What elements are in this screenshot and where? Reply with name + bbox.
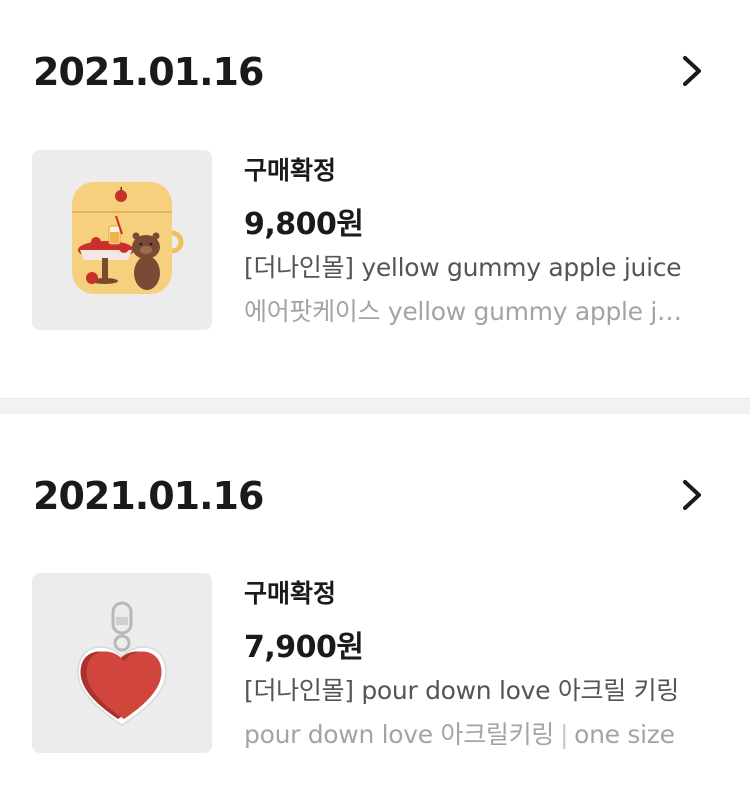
order-date: 2021.01.16 (33, 474, 264, 518)
option-size: one size (574, 720, 675, 749)
heart-keyring-image (32, 573, 212, 753)
order-status: 구매확정 (244, 579, 337, 608)
section-divider (0, 398, 750, 414)
order-card[interactable]: 2021.01.16 구매확정 9,800원 [더나인몰] yellow gum… (0, 0, 750, 398)
order-status: 구매확정 (244, 156, 337, 185)
chevron-right-icon[interactable] (672, 51, 712, 91)
product-option: 에어팟케이스 yellow gummy apple juice (244, 297, 694, 326)
airpod-case-image (32, 150, 212, 330)
product-thumbnail[interactable] (32, 573, 212, 753)
chevron-right-icon[interactable] (672, 475, 712, 515)
order-price: 7,900원 (244, 630, 364, 665)
order-card[interactable]: 2021.01.16 구매확정 7,900원 [더나인몰] pour down … (0, 414, 750, 798)
product-title[interactable]: [더나인몰] yellow gummy apple juice (244, 251, 694, 285)
option-name: pour down love 아크릴키링 (244, 720, 555, 749)
product-thumbnail[interactable] (32, 150, 212, 330)
product-title[interactable]: [더나인몰] pour down love 아크릴 키링 (244, 674, 694, 708)
order-info: 구매확정 9,800원 [더나인몰] yellow gummy apple ju… (244, 154, 694, 329)
option-separator: | (560, 720, 569, 749)
order-date: 2021.01.16 (33, 50, 264, 94)
product-option: pour down love 아크릴키링 | one size (244, 718, 694, 752)
order-price: 9,800원 (244, 207, 364, 242)
order-info: 구매확정 7,900원 [더나인몰] pour down love 아크릴 키링… (244, 577, 694, 752)
